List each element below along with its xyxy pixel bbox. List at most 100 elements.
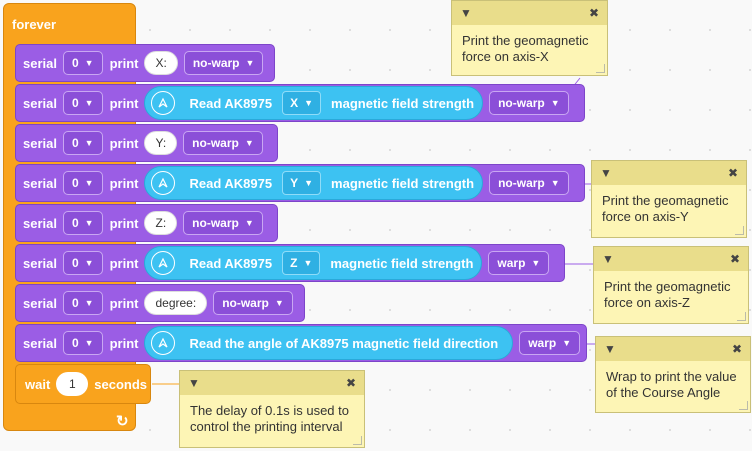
warp-mode-dropdown[interactable]: no-warp ▼ [213,291,293,315]
caret-down-icon: ▼ [84,178,94,188]
serial-print-block-x-label[interactable]: serial 0 ▼ print X: no-warp ▼ [15,44,275,82]
read-ak8975-sensor-reporter[interactable]: Read AK8975 Y ▼ magnetic field strength [144,166,484,200]
read-ak8975-sensor-reporter[interactable]: Read AK8975 X ▼ magnetic field strength [144,86,484,120]
axis-dropdown[interactable]: X ▼ [282,91,322,115]
print-label: print [109,215,139,231]
serial-port-dropdown[interactable]: 0 ▼ [62,331,103,355]
comment-note-wait[interactable]: ▼ ✖ The delay of 0.1s is used to control… [179,370,365,448]
compass-icon [151,331,176,355]
caret-down-icon: ▼ [550,178,560,188]
sensor-label: Read the angle of AK8975 magnetic field … [189,335,499,351]
serial-port-dropdown[interactable]: 0 ▼ [62,291,103,315]
serial-port-dropdown[interactable]: 0 ▼ [62,211,103,235]
close-icon[interactable]: ✖ [732,342,742,356]
wait-block[interactable]: wait 1 seconds [15,364,151,404]
sensor-suffix: magnetic field strength [331,95,475,111]
warp-mode-dropdown[interactable]: warp ▼ [488,251,550,275]
resize-handle-icon[interactable] [353,436,362,445]
serial-print-block-angle[interactable]: serial 0 ▼ print Read the angle of AK8975… [15,324,587,362]
note-text[interactable]: Wrap to print the value of the Course An… [596,361,750,409]
print-label: print [109,135,139,151]
axis-dropdown[interactable]: Y ▼ [282,171,322,195]
serial-port-dropdown[interactable]: 0 ▼ [62,251,103,275]
warp-mode-dropdown[interactable]: no-warp ▼ [183,51,264,75]
warp-mode-dropdown[interactable]: no-warp ▼ [489,171,569,195]
serial-port-dropdown[interactable]: 0 ▼ [62,91,103,115]
compass-icon [151,251,176,275]
serial-label: serial [23,215,57,231]
caret-down-icon: ▼ [531,258,541,268]
comment-note-y[interactable]: ▼ ✖ Print the geomagnetic force on axis-… [591,160,747,238]
note-text[interactable]: Print the geomagnetic force on axis-X [452,25,607,73]
compass-icon [151,91,176,115]
caret-down-icon: ▼ [244,138,254,148]
resize-handle-icon[interactable] [739,401,748,410]
note-text[interactable]: Print the geomagnetic force on axis-Y [592,185,746,233]
close-icon[interactable]: ✖ [589,6,599,20]
serial-label: serial [23,135,57,151]
serial-port-dropdown[interactable]: 0 ▼ [62,131,103,155]
note-text[interactable]: Print the geomagnetic force on axis-Z [594,271,748,319]
print-text-input[interactable]: Y: [144,131,178,155]
note-text[interactable]: The delay of 0.1s is used to control the… [180,395,364,443]
serial-port-dropdown[interactable]: 0 ▼ [62,51,103,75]
print-label: print [109,175,139,191]
print-text-input[interactable]: degree: [144,291,208,315]
resize-handle-icon[interactable] [737,312,746,321]
print-text-input[interactable]: Z: [144,211,178,235]
serial-print-block-sensor-z[interactable]: serial 0 ▼ print Read AK8975 Z ▼ magnetic … [15,244,565,282]
caret-down-icon: ▼ [84,258,94,268]
serial-print-block-sensor-x[interactable]: serial 0 ▼ print Read AK8975 X ▼ magnetic … [15,84,585,122]
caret-down-icon: ▼ [244,218,254,228]
serial-label: serial [23,95,57,111]
sensor-label: Read AK8975 [189,95,273,111]
serial-print-block-sensor-y[interactable]: serial 0 ▼ print Read AK8975 Y ▼ magnetic … [15,164,585,202]
caret-down-icon: ▼ [274,298,284,308]
caret-down-icon: ▼ [550,98,560,108]
warp-mode-dropdown[interactable]: no-warp ▼ [489,91,569,115]
serial-label: serial [23,335,57,351]
forever-label: forever [12,17,57,32]
sensor-label: Read AK8975 [189,255,273,271]
serial-label: serial [23,295,57,311]
serial-port-dropdown[interactable]: 0 ▼ [62,171,103,195]
seconds-label: seconds [94,376,148,392]
comment-note-angle[interactable]: ▼ ✖ Wrap to print the value of the Cours… [595,336,751,413]
comment-note-x[interactable]: ▼ ✖ Print the geomagnetic force on axis-… [451,0,608,76]
caret-down-icon[interactable]: ▼ [460,6,472,20]
caret-down-icon: ▼ [303,258,313,268]
close-icon[interactable]: ✖ [730,252,740,266]
caret-down-icon[interactable]: ▼ [188,376,200,390]
caret-down-icon[interactable]: ▼ [602,252,614,266]
print-label: print [109,295,139,311]
print-text-input[interactable]: X: [144,51,178,75]
read-ak8975-sensor-reporter[interactable]: Read AK8975 Z ▼ magnetic field strength [144,246,483,280]
serial-label: serial [23,255,57,271]
serial-print-block-z-label[interactable]: serial 0 ▼ print Z: no-warp ▼ [15,204,278,242]
compass-icon [151,171,176,195]
close-icon[interactable]: ✖ [346,376,356,390]
serial-label: serial [23,175,57,191]
axis-dropdown[interactable]: Z ▼ [282,251,321,275]
warp-mode-dropdown[interactable]: no-warp ▼ [183,131,263,155]
note-header: ▼ ✖ [592,161,746,185]
resize-handle-icon[interactable] [735,226,744,235]
serial-print-block-degree-label[interactable]: serial 0 ▼ print degree: no-warp ▼ [15,284,305,322]
serial-print-block-y-label[interactable]: serial 0 ▼ print Y: no-warp ▼ [15,124,278,162]
warp-mode-dropdown[interactable]: warp ▼ [519,331,581,355]
warp-mode-dropdown[interactable]: no-warp ▼ [183,211,263,235]
close-icon[interactable]: ✖ [728,166,738,180]
read-angle-sensor-reporter[interactable]: Read the angle of AK8975 magnetic field … [144,326,514,360]
serial-label: serial [23,55,57,71]
caret-down-icon[interactable]: ▼ [604,342,616,356]
resize-handle-icon[interactable] [596,64,605,73]
caret-down-icon: ▼ [84,298,94,308]
caret-down-icon[interactable]: ▼ [600,166,612,180]
note-header: ▼ ✖ [596,337,750,361]
print-label: print [109,55,139,71]
wait-seconds-input[interactable]: 1 [56,372,89,396]
comment-note-z[interactable]: ▼ ✖ Print the geomagnetic force on axis-… [593,246,749,324]
caret-down-icon: ▼ [562,338,572,348]
loop-arrow-icon: ↻ [116,413,129,430]
print-label: print [109,335,139,351]
